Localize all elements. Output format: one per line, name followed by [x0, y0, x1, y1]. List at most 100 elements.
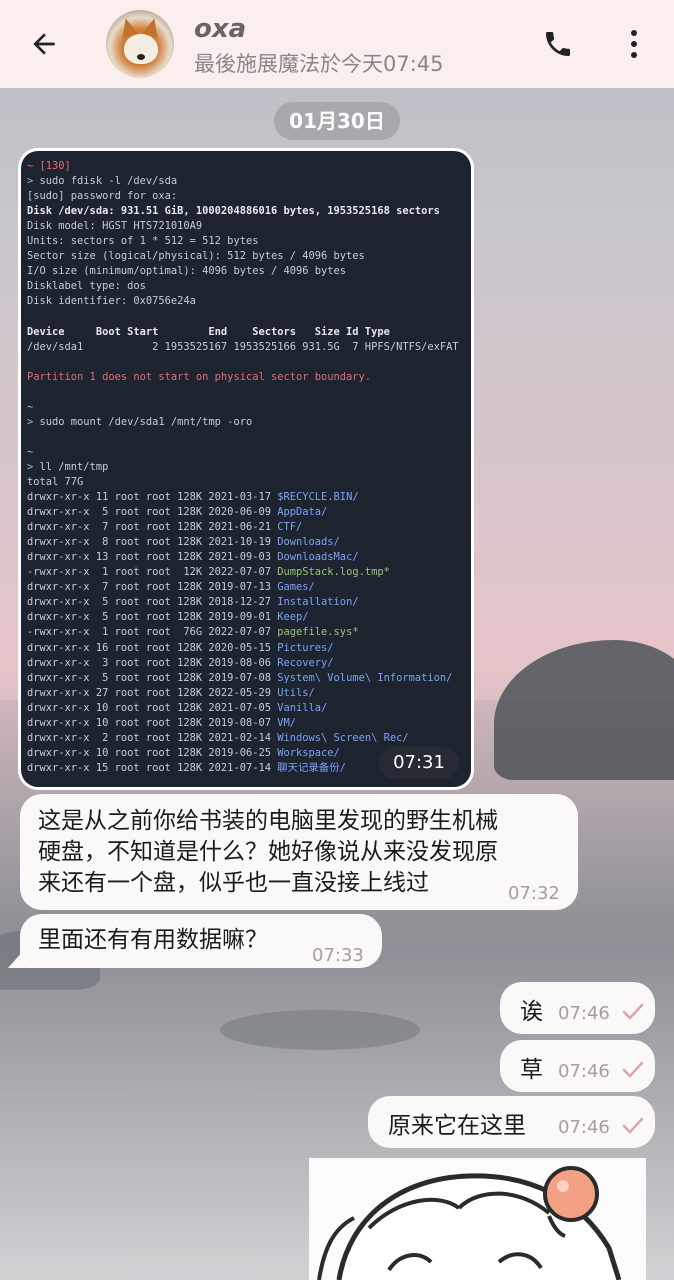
file-meta: drwxr-xr-x 2 root root 128K 2021-02-14 [27, 731, 271, 744]
file-meta: drwxr-xr-x 10 root root 128K 2019-08-07 [27, 716, 271, 729]
file-name: Installation/ [277, 596, 359, 609]
message-text-line: 这是从之前你给书装的电脑里发现的野生机械 [38, 808, 498, 834]
more-options-button[interactable] [618, 22, 650, 66]
terminal-line: Partition 1 does not start on physical s… [27, 370, 372, 383]
sticker-message[interactable] [309, 1158, 646, 1280]
file-meta: drwxr-xr-x 3 root root 128K 2019-08-06 [27, 656, 271, 669]
file-listing: drwxr-xr-x 11 root root 128K 2021-03-17 … [27, 490, 465, 776]
incoming-message[interactable]: 里面还有有用数据嘛？ 07:33 [20, 914, 382, 968]
terminal-line: > ll /mnt/tmp [27, 460, 109, 473]
message-text: 诶 [520, 999, 543, 1025]
terminal-line: [sudo] password for oxa: [27, 190, 178, 203]
file-meta: -rwxr-xr-x 1 root root 76G 2022-07-07 [27, 626, 271, 639]
terminal-file-entry: drwxr-xr-x 27 root root 128K 2022-05-29 … [27, 686, 465, 701]
background-rock [494, 640, 674, 780]
terminal-file-entry: drwxr-xr-x 3 root root 128K 2019-08-06 R… [27, 656, 465, 671]
terminal-line: I/O size (minimum/optimal): 4096 bytes /… [27, 265, 347, 278]
terminal-file-entry: drwxr-xr-x 7 root root 128K 2021-06-21 C… [27, 520, 465, 535]
terminal-line: ~ [27, 445, 34, 458]
file-meta: drwxr-xr-x 5 root root 128K 2019-07-08 [27, 671, 271, 684]
message-time: 07:46 [558, 1061, 610, 1082]
message-time: 07:33 [312, 945, 364, 966]
message-time: 07:46 [558, 1117, 610, 1138]
file-name: System\ Volume\ Information/ [277, 671, 453, 684]
terminal-line: Device Boot Start End Sectors Size Id Ty… [27, 325, 390, 338]
file-meta: drwxr-xr-x 13 root root 128K 2021-09-03 [27, 551, 271, 564]
file-meta: drwxr-xr-x 7 root root 128K 2021-06-21 [27, 521, 271, 534]
message-text-line: 硬盘，不知道是什么？她好像说从来没发现原 [38, 839, 498, 865]
incoming-message[interactable]: 这是从之前你给书装的电脑里发现的野生机械 硬盘，不知道是什么？她好像说从来没发现… [20, 794, 578, 910]
image-message[interactable]: ~ [130] > sudo fdisk -l /dev/sda [sudo] … [18, 148, 474, 790]
terminal-line: /dev/sda1 2 1953525167 1953525166 931.5G… [27, 340, 459, 353]
terminal-file-entry: drwxr-xr-x 13 root root 128K 2021-09-03 … [27, 550, 465, 565]
phone-icon [546, 32, 570, 56]
terminal-screenshot: ~ [130] > sudo fdisk -l /dev/sda [sudo] … [21, 151, 471, 787]
file-meta: drwxr-xr-x 15 root root 128K 2021-07-14 [27, 761, 271, 774]
check-icon [622, 1061, 644, 1078]
file-name: AppData/ [277, 506, 328, 519]
file-name: VM/ [277, 716, 297, 729]
terminal-file-entry: drwxr-xr-x 16 root root 128K 2020-05-15 … [27, 641, 465, 656]
avatar[interactable] [106, 10, 174, 78]
file-meta: drwxr-xr-x 16 root root 128K 2020-05-15 [27, 641, 271, 654]
terminal-line: Disk identifier: 0x0756e24a [27, 295, 196, 308]
date-separator: 01月30日 [274, 102, 400, 140]
file-name: Downloads/ [277, 536, 340, 549]
file-name: DownloadsMac/ [277, 551, 359, 564]
file-meta: drwxr-xr-x 7 root root 128K 2019-07-13 [27, 581, 271, 594]
file-meta: drwxr-xr-x 5 root root 128K 2018-12-27 [27, 596, 271, 609]
file-meta: drwxr-xr-x 8 root root 128K 2021-10-19 [27, 536, 271, 549]
file-name: pagefile.sys* [277, 626, 359, 639]
file-name: 聊天记录备份/ [277, 761, 346, 774]
terminal-line: total 77G [27, 475, 84, 488]
message-time: 07:32 [508, 883, 560, 904]
file-name: Workspace/ [277, 746, 340, 759]
file-meta: drwxr-xr-x 27 root root 128K 2022-05-29 [27, 686, 271, 699]
file-meta: drwxr-xr-x 10 root root 128K 2019-06-25 [27, 746, 271, 759]
terminal-file-entry: drwxr-xr-x 2 root root 128K 2021-02-14 W… [27, 731, 465, 746]
background-rock [220, 1010, 420, 1050]
file-name: Pictures/ [277, 641, 334, 654]
file-name: Recovery/ [277, 656, 334, 669]
outgoing-message[interactable]: 草 07:46 [500, 1040, 655, 1092]
back-button[interactable] [20, 22, 68, 66]
terminal-file-entry: -rwxr-xr-x 1 root root 12K 2022-07-07 Du… [27, 565, 465, 580]
arrow-left-icon [33, 33, 55, 55]
message-time: 07:46 [558, 1003, 610, 1024]
terminal-file-entry: drwxr-xr-x 5 root root 128K 2018-12-27 I… [27, 595, 465, 610]
file-meta: -rwxr-xr-x 1 root root 12K 2022-07-07 [27, 566, 271, 579]
terminal-line: Disklabel type: dos [27, 280, 146, 293]
outgoing-message[interactable]: 诶 07:46 [500, 982, 655, 1034]
contact-name[interactable]: oxa [194, 14, 246, 44]
anime-girl-sticker [317, 1166, 622, 1280]
terminal-file-entry: drwxr-xr-x 8 root root 128K 2021-10-19 D… [27, 535, 465, 550]
file-meta: drwxr-xr-x 10 root root 128K 2021-07-05 [27, 701, 271, 714]
file-name: $RECYCLE.BIN/ [277, 491, 359, 504]
message-text: 里面还有有用数据嘛？ [38, 927, 268, 953]
file-meta: drwxr-xr-x 5 root root 128K 2020-06-09 [27, 506, 271, 519]
call-button[interactable] [536, 22, 580, 66]
last-seen-status: 最後施展魔法於今天07:45 [194, 52, 444, 76]
message-time: 07:31 [379, 747, 459, 779]
terminal-file-entry: drwxr-xr-x 5 root root 128K 2019-07-08 S… [27, 671, 465, 686]
file-name: Vanilla/ [277, 701, 328, 714]
file-meta: drwxr-xr-x 5 root root 128K 2019-09-01 [27, 611, 271, 624]
file-name: Keep/ [277, 611, 309, 624]
outgoing-message[interactable]: 原来它在这里 07:46 [368, 1096, 655, 1148]
file-name: DumpStack.log.tmp* [277, 566, 390, 579]
more-vertical-icon [631, 30, 637, 58]
terminal-file-entry: drwxr-xr-x 5 root root 128K 2019-09-01 K… [27, 610, 465, 625]
terminal-file-entry: -rwxr-xr-x 1 root root 76G 2022-07-07 pa… [27, 625, 465, 640]
file-name: Games/ [277, 581, 315, 594]
terminal-line: Units: sectors of 1 * 512 = 512 bytes [27, 235, 259, 248]
terminal-line: Disk model: HGST HTS721010A9 [27, 220, 203, 233]
file-name: Windows\ Screen\ Rec/ [277, 731, 409, 744]
terminal-file-entry: drwxr-xr-x 10 root root 128K 2019-08-07 … [27, 716, 465, 731]
check-icon [622, 1117, 644, 1134]
terminal-file-entry: drwxr-xr-x 11 root root 128K 2021-03-17 … [27, 490, 465, 505]
terminal-file-entry: drwxr-xr-x 7 root root 128K 2019-07-13 G… [27, 580, 465, 595]
terminal-file-entry: drwxr-xr-x 5 root root 128K 2020-06-09 A… [27, 505, 465, 520]
